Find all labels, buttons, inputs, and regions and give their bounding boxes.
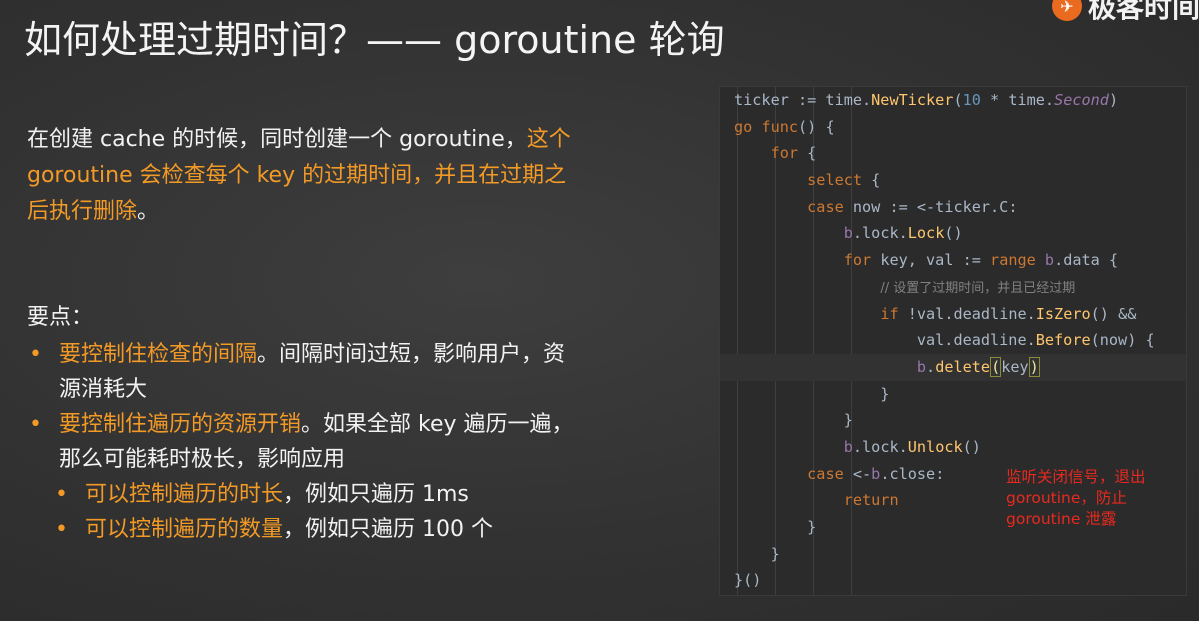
code-line: go func() { <box>734 117 835 136</box>
bullet-highlight: 要控制住遍历的资源开销 <box>59 412 302 437</box>
geekbang-logo-icon: ✈ <box>1052 0 1082 21</box>
logo-text: 极客时间 <box>1088 0 1199 24</box>
code-line: for { <box>770 144 817 163</box>
code-line: }() <box>734 571 762 590</box>
code-line: // 设置了过期时间，并且已经过期 <box>720 274 1186 301</box>
key-points-heading: 要点： <box>27 305 94 330</box>
intro-end: 。 <box>137 199 160 224</box>
code-line: } <box>734 384 890 403</box>
bullet-text: ，例如只遍历 100 个 <box>283 517 493 542</box>
sub-bullet-item: 可以控制遍历的时长，例如只遍历 1ms <box>53 477 587 512</box>
code-line: ticker := time.NewTicker(10 * time.Secon… <box>734 91 1119 109</box>
slide-title: 如何处理过期时间？—— goroutine 轮询 <box>24 18 725 62</box>
bullet-highlight: 可以控制遍历的时长 <box>85 482 284 507</box>
bullet-highlight: 可以控制遍历的数量 <box>85 517 284 542</box>
code-line: } <box>734 544 780 563</box>
code-line: b.lock.Lock() <box>843 224 963 243</box>
code-line: if !val.deadline.IsZero() && <box>880 304 1137 323</box>
key-points: 要点： 要控制住检查的间隔。间隔时间过短，影响用户，资源消耗大 要控制住遍历的资… <box>27 300 587 547</box>
code-line: case now := <-ticker.C: <box>807 197 1018 216</box>
code-line: } <box>734 411 853 430</box>
code-line-highlighted: b.delete(key) <box>720 353 1186 381</box>
intro-text: 在创建 cache 的时候，同时创建一个 goroutine， <box>27 127 527 152</box>
code-annotation: 监听关闭信号，退出 goroutine，防止 goroutine 泄露 <box>1006 468 1146 528</box>
sub-bullet-item: 可以控制遍历的数量，例如只遍历 100 个 <box>53 512 587 547</box>
code-line: b.lock.Unlock() <box>843 437 981 456</box>
code-comment: // 设置了过期时间，并且已经过期 <box>880 280 1076 296</box>
bullet-highlight: 要控制住检查的间隔 <box>59 342 258 367</box>
code-line: for key, val := range b.data { <box>843 251 1119 270</box>
bullet-item: 要控制住遍历的资源开销。如果全部 key 遍历一遍，那么可能耗时极长，影响应用 <box>27 407 587 477</box>
code-line: val.deadline.Before(now) { <box>734 331 1155 350</box>
brand-logo: ✈ 极客时间 <box>1052 0 1199 24</box>
bullet-item: 要控制住检查的间隔。间隔时间过短，影响用户，资源消耗大 <box>27 337 587 407</box>
bullet-text: ，例如只遍历 1ms <box>283 482 469 507</box>
intro-paragraph: 在创建 cache 的时候，同时创建一个 goroutine，这个 gorout… <box>27 122 587 230</box>
code-line: select { <box>807 171 881 190</box>
